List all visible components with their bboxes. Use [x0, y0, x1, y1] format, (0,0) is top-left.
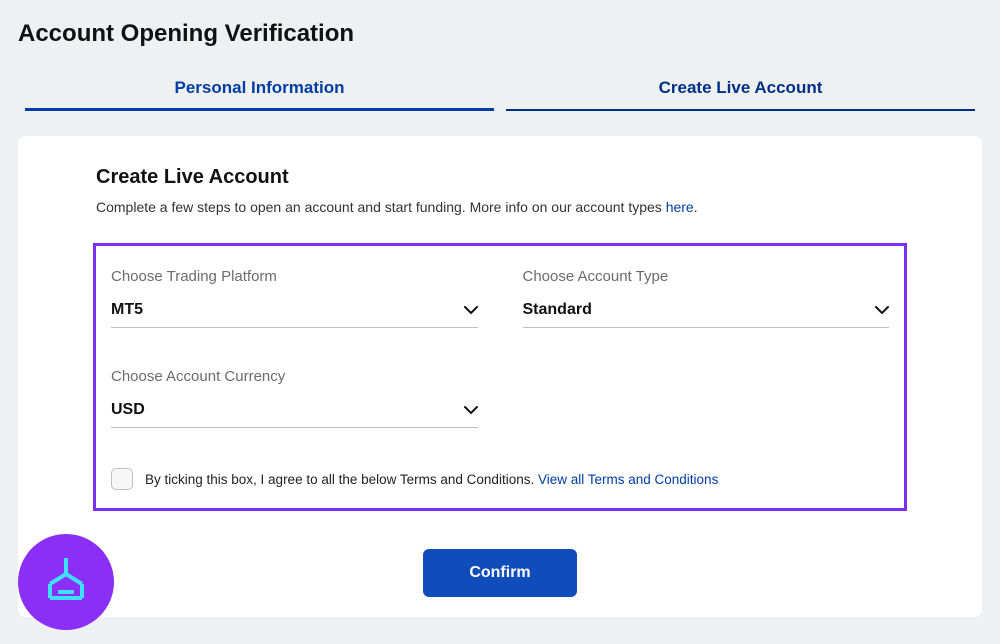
select-value: Standard: [523, 301, 592, 319]
chevron-down-icon: [464, 403, 478, 417]
form-row-1: Choose Trading Platform MT5 Choose Accou…: [111, 268, 889, 328]
section-subtitle: Complete a few steps to open an account …: [96, 199, 904, 215]
highlight-box: Choose Trading Platform MT5 Choose Accou…: [93, 243, 907, 511]
field-empty: [523, 368, 890, 428]
terms-text: By ticking this box, I agree to all the …: [145, 472, 538, 487]
tab-create-live-account[interactable]: Create Live Account: [506, 66, 975, 111]
account-types-link[interactable]: here: [666, 199, 694, 215]
logo-badge: [18, 534, 114, 630]
page-header: Account Opening Verification: [0, 0, 1000, 66]
terms-link[interactable]: View all Terms and Conditions: [538, 472, 718, 487]
terms-label: By ticking this box, I agree to all the …: [145, 472, 718, 487]
tab-label: Create Live Account: [659, 78, 823, 97]
terms-row: By ticking this box, I agree to all the …: [111, 468, 889, 490]
page-title: Account Opening Verification: [18, 20, 982, 48]
confirm-button[interactable]: Confirm: [423, 549, 576, 597]
field-trading-platform: Choose Trading Platform MT5: [111, 268, 478, 328]
select-value: MT5: [111, 301, 143, 319]
select-account-type[interactable]: Standard: [523, 301, 890, 328]
chevron-down-icon: [464, 303, 478, 317]
card-inner: Create Live Account Complete a few steps…: [18, 166, 982, 511]
field-account-type: Choose Account Type Standard: [523, 268, 890, 328]
select-account-currency[interactable]: USD: [111, 401, 478, 428]
tab-label: Personal Information: [174, 78, 344, 97]
form-row-2: Choose Account Currency USD: [111, 368, 889, 428]
select-trading-platform[interactable]: MT5: [111, 301, 478, 328]
label-account-currency: Choose Account Currency: [111, 368, 478, 385]
chevron-down-icon: [875, 303, 889, 317]
tab-personal-information[interactable]: Personal Information: [25, 66, 494, 111]
subtitle-suffix: .: [694, 199, 698, 215]
logo-icon: [38, 554, 94, 610]
confirm-row: Confirm: [18, 511, 982, 617]
terms-checkbox[interactable]: [111, 468, 133, 490]
field-account-currency: Choose Account Currency USD: [111, 368, 478, 428]
subtitle-text: Complete a few steps to open an account …: [96, 199, 666, 215]
tabs-container: Personal Information Create Live Account: [0, 66, 1000, 111]
form-card: Create Live Account Complete a few steps…: [18, 136, 982, 617]
label-trading-platform: Choose Trading Platform: [111, 268, 478, 285]
label-account-type: Choose Account Type: [523, 268, 890, 285]
select-value: USD: [111, 401, 145, 419]
section-title: Create Live Account: [96, 166, 904, 189]
